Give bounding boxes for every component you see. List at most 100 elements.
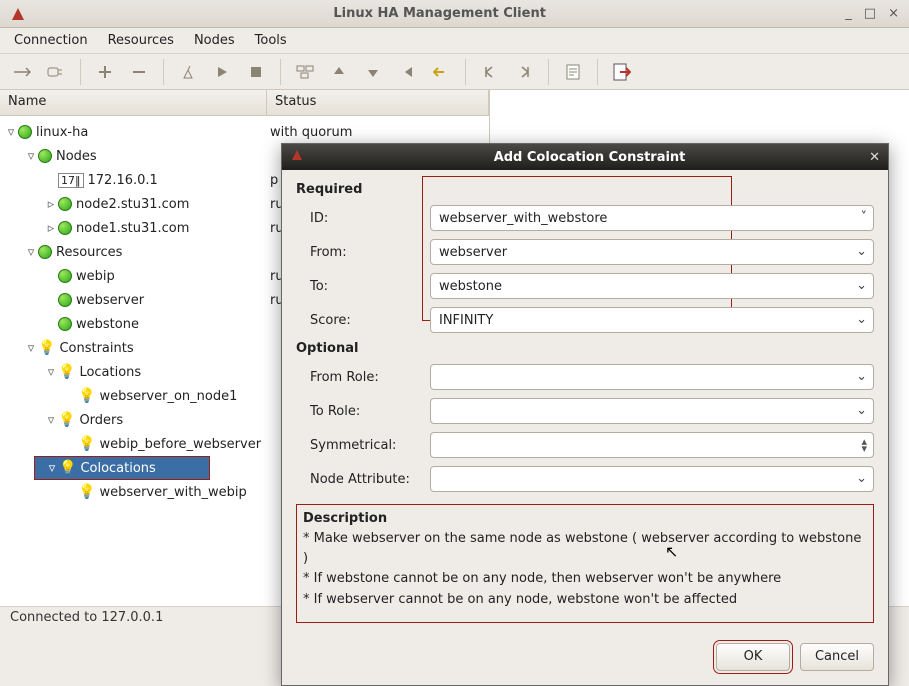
score-select[interactable]: INFINITY ⌄: [430, 307, 874, 333]
from-select[interactable]: webserver ⌄: [430, 239, 874, 265]
cancel-button-label: Cancel: [815, 649, 859, 664]
tree-status: p: [270, 173, 278, 188]
tree-label: webserver_on_node1: [95, 389, 237, 404]
minimize-icon[interactable]: _: [845, 6, 852, 21]
status-text: Connected to 127.0.0.1: [10, 610, 163, 625]
dialog-close-icon[interactable]: ✕: [869, 150, 880, 165]
toolbar-document-icon[interactable]: [559, 58, 587, 86]
tree-label: Orders: [75, 413, 123, 428]
toolbar-up-icon[interactable]: [325, 58, 353, 86]
expander-icon[interactable]: ▿: [45, 461, 59, 476]
tree-label: Constraints: [55, 341, 133, 356]
expander-icon[interactable]: ▹: [44, 221, 58, 236]
bulb-icon: 💡: [78, 436, 95, 452]
chevron-down-icon[interactable]: ⌄: [856, 278, 867, 293]
expander-icon[interactable]: ▿: [4, 125, 18, 140]
toolbar-left-icon[interactable]: [476, 58, 504, 86]
chevron-down-icon[interactable]: ⌄: [856, 369, 867, 384]
ok-button[interactable]: OK: [716, 643, 790, 671]
menu-nodes[interactable]: Nodes: [194, 33, 235, 48]
toolbar-plug-icon[interactable]: [42, 58, 70, 86]
score-label: Score:: [296, 313, 430, 328]
toolbar-add-icon[interactable]: [91, 58, 119, 86]
menubar: Connection Resources Nodes Tools: [0, 28, 909, 54]
id-value: webserver_with_webstore: [439, 211, 607, 226]
expander-icon[interactable]: ▿: [24, 245, 38, 260]
bulb-icon: 💡: [58, 364, 75, 380]
toolbar-down-icon[interactable]: [359, 58, 387, 86]
status-dot-icon: [58, 221, 72, 235]
expander-icon[interactable]: ▿: [44, 365, 58, 380]
score-value: INFINITY: [439, 313, 493, 328]
chevron-down-icon[interactable]: ⌄: [856, 403, 867, 418]
from-label: From:: [296, 245, 430, 260]
id-input[interactable]: webserver_with_webstore ˅: [430, 205, 874, 231]
dialog-titlebar[interactable]: Add Colocation Constraint ✕: [282, 144, 888, 170]
toolbar-remove-icon[interactable]: [125, 58, 153, 86]
from-value: webserver: [439, 245, 507, 260]
maximize-icon[interactable]: □: [864, 6, 876, 21]
node-attribute-select[interactable]: ⌄: [430, 466, 874, 492]
menu-resources[interactable]: Resources: [108, 33, 174, 48]
toolbar-connect-icon[interactable]: [8, 58, 36, 86]
toolbar-play-icon[interactable]: [208, 58, 236, 86]
id-label: ID:: [296, 211, 430, 226]
close-window-icon[interactable]: ×: [888, 6, 899, 21]
add-colocation-dialog: Add Colocation Constraint ✕ Required ID:…: [281, 143, 889, 686]
toolbar-undo-icon[interactable]: [427, 58, 455, 86]
expander-icon[interactable]: ▿: [44, 413, 58, 428]
bulb-icon: 💡: [59, 460, 76, 476]
column-status-header[interactable]: Status: [267, 90, 489, 115]
status-dot-icon: [58, 317, 72, 331]
bulb-icon: 💡: [78, 388, 95, 404]
menu-connection[interactable]: Connection: [14, 33, 88, 48]
dialog-title: Add Colocation Constraint: [310, 150, 869, 165]
tree-label: webserver: [72, 293, 144, 308]
optional-section-label: Optional: [296, 337, 874, 360]
status-dot-icon: [58, 269, 72, 283]
tree-item-colocations[interactable]: ▿ 💡 Colocations: [34, 456, 210, 480]
toolbar-group-icon[interactable]: [291, 58, 319, 86]
tree-label: Nodes: [52, 149, 97, 164]
symmetrical-spinner[interactable]: ▴▾: [430, 432, 874, 458]
column-name-header[interactable]: Name: [0, 90, 267, 115]
chevron-down-icon[interactable]: ⌄: [856, 244, 867, 259]
tree-label: linux-ha: [32, 125, 88, 140]
toolbar-stop-icon[interactable]: [242, 58, 270, 86]
toolbar-first-icon[interactable]: [393, 58, 421, 86]
menu-tools[interactable]: Tools: [255, 33, 287, 48]
toolbar-exit-icon[interactable]: [608, 58, 636, 86]
expander-icon[interactable]: ▿: [24, 341, 38, 356]
cancel-button[interactable]: Cancel: [800, 643, 874, 671]
to-value: webstone: [439, 279, 502, 294]
chevron-down-icon[interactable]: ⌄: [856, 312, 867, 327]
description-box: Description * Make webserver on the same…: [296, 504, 874, 623]
toolbar-clean-icon[interactable]: [174, 58, 202, 86]
tree-label: webserver_with_webip: [95, 485, 246, 500]
status-dot-icon: [58, 197, 72, 211]
toolbar-right-icon[interactable]: [510, 58, 538, 86]
tree-label: node2.stu31.com: [72, 197, 189, 212]
description-line: * If webstone cannot be on any node, the…: [303, 569, 867, 589]
to-select[interactable]: webstone ⌄: [430, 273, 874, 299]
status-dot-icon: [18, 125, 32, 139]
bulb-icon: 💡: [58, 412, 75, 428]
from-role-select[interactable]: ⌄: [430, 364, 874, 390]
expander-icon[interactable]: ▿: [24, 149, 38, 164]
tree-label: Colocations: [76, 461, 155, 476]
toolbar: [0, 54, 909, 90]
expander-icon[interactable]: ▹: [44, 197, 58, 212]
chevron-down-icon[interactable]: ⌄: [856, 471, 867, 486]
symmetrical-label: Symmetrical:: [296, 438, 430, 453]
tree-item-root[interactable]: ▿ linux-ha with quorum: [0, 120, 489, 144]
description-label: Description: [303, 509, 867, 529]
tree-status: with quorum: [270, 125, 352, 140]
cursor-icon: ↖: [665, 540, 678, 565]
window-titlebar: Linux HA Management Client _ □ ×: [0, 0, 909, 28]
chevron-down-icon[interactable]: ˅: [861, 210, 868, 225]
spinner-icon[interactable]: ▴▾: [861, 438, 867, 452]
to-role-select[interactable]: ⌄: [430, 398, 874, 424]
tree-label: Resources: [52, 245, 122, 260]
app-icon: [10, 6, 26, 22]
status-dot-icon: [38, 149, 52, 163]
